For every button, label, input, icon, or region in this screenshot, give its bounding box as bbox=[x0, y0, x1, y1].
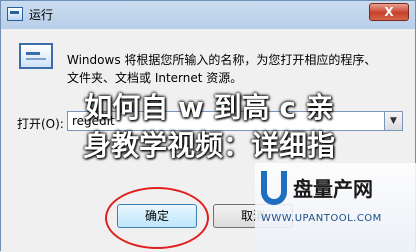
watermark-url: WWW.UPANTOOL.COM bbox=[261, 213, 382, 224]
overlay-caption: 如何自 w 到高 c 亲 身教学视频：详细指 bbox=[1, 89, 416, 165]
description-line-2: 文件夹、文档或 Internet 资源。 bbox=[67, 71, 243, 85]
overlay-line-2: 身教学视频：详细指 bbox=[82, 129, 335, 162]
dialog-description: Windows 将根据您所输入的名称，为您打开相应的程序、 文件夹、文档或 In… bbox=[67, 51, 376, 87]
window-title: 运行 bbox=[29, 8, 54, 22]
title-bar[interactable]: 运行 X bbox=[1, 1, 415, 29]
watermark-logo: 盘量产网 WWW.UPANTOOL.COM bbox=[255, 163, 416, 252]
watermark-brand: 盘量产网 bbox=[293, 177, 373, 201]
overlay-line-1: 如何自 w 到高 c 亲 bbox=[84, 91, 334, 124]
run-dialog: 运行 X Windows 将根据您所输入的名称，为您打开相应的程序、 文件夹、文… bbox=[0, 0, 416, 252]
run-app-icon bbox=[7, 7, 23, 21]
u-logo-icon bbox=[261, 171, 287, 205]
run-dialog-icon bbox=[19, 43, 53, 69]
close-button[interactable]: X bbox=[369, 3, 409, 21]
ok-button[interactable]: 确定 bbox=[117, 204, 197, 228]
description-line-1: Windows 将根据您所输入的名称，为您打开相应的程序、 bbox=[67, 53, 377, 67]
